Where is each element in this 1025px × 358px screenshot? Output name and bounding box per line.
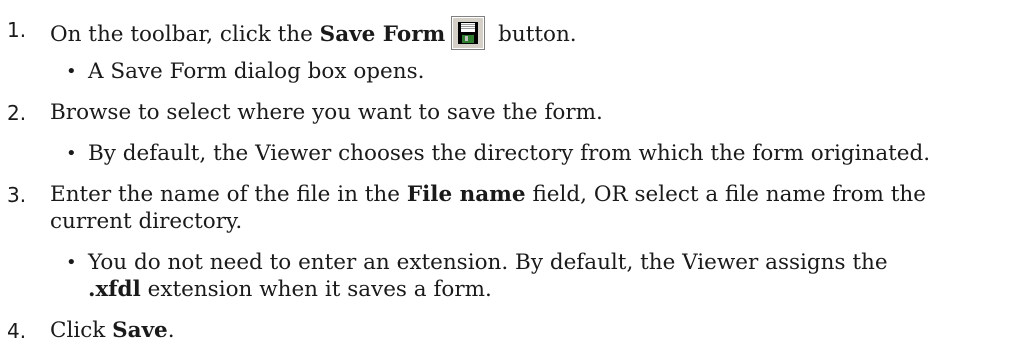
document: 1. On the toolbar, click the Save Form b… [0, 0, 1025, 358]
step-2-sub-text: By default, the Viewer chooses the direc… [88, 141, 931, 166]
step-2-sub-bullet: • [66, 143, 77, 164]
step-3-sub-bold: .xfdl [88, 277, 141, 302]
step-3-sub-continuation: .xfdl extension when it saves a form. [88, 276, 492, 304]
step-2-number: 2. [7, 101, 27, 125]
step-4-text: Click Save. [50, 317, 175, 345]
step-3-sub-text: You do not need to enter an extension. B… [88, 250, 888, 275]
step-3-continuation: current directory. [50, 209, 243, 234]
step-1-sub-text: A Save Form dialog box opens. [88, 59, 425, 84]
step-1-pre: On the toolbar, click the [50, 22, 320, 47]
step-4-pre: Click [50, 318, 113, 343]
step-3-sub-post: extension when it saves a form. [140, 277, 492, 302]
step-1-post: button. [491, 22, 577, 47]
step-3-number: 3. [7, 183, 27, 207]
save-icon [451, 16, 486, 50]
step-3-pre: Enter the name of the file in the [50, 182, 407, 207]
step-1-text: On the toolbar, click the Save Form butt… [50, 16, 577, 50]
step-4-number: 4. [7, 319, 27, 343]
step-1-sub-bullet: • [66, 61, 77, 82]
step-3-text: Enter the name of the file in the File n… [50, 181, 926, 209]
step-2-text: Browse to select where you want to save … [50, 100, 603, 125]
step-3-bold: File name [406, 182, 526, 207]
step-3-post: field, OR select a file name from the [525, 182, 926, 207]
step-4-post: . [167, 318, 175, 343]
step-1-bold: Save Form [319, 22, 446, 47]
step-3-sub-bullet: • [66, 252, 77, 273]
step-1-number: 1. [7, 18, 27, 42]
step-4-bold: Save [112, 318, 168, 343]
